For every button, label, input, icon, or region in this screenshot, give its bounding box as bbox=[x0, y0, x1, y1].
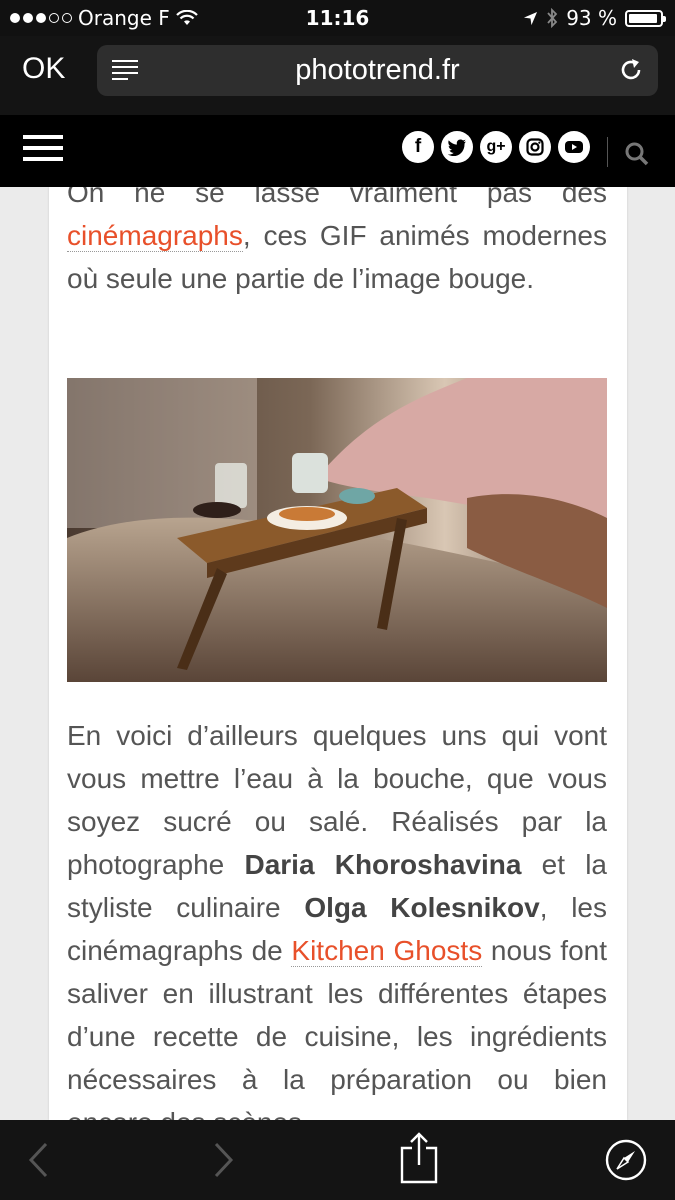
youtube-icon[interactable] bbox=[558, 131, 590, 163]
safari-compass-icon[interactable] bbox=[604, 1138, 648, 1182]
kitchen-ghosts-link[interactable]: Kitchen Ghosts bbox=[291, 935, 483, 967]
photographer-name: Daria Khoroshavina bbox=[244, 849, 522, 880]
location-arrow-icon bbox=[524, 11, 538, 25]
twitter-icon[interactable] bbox=[441, 131, 473, 163]
share-icon[interactable] bbox=[400, 1132, 438, 1184]
facebook-icon[interactable]: f bbox=[402, 131, 434, 163]
header-divider bbox=[607, 137, 608, 167]
instagram-icon[interactable] bbox=[519, 131, 551, 163]
cinemagraphs-link[interactable]: cinémagraphs bbox=[67, 220, 243, 252]
google-plus-icon[interactable]: g+ bbox=[480, 131, 512, 163]
intro-line-0: On ne se lasse vraiment pas des bbox=[67, 187, 607, 208]
back-arrow-icon[interactable] bbox=[26, 1140, 50, 1180]
browser-url-bar: OK phototrend.fr bbox=[0, 36, 675, 115]
bluetooth-icon bbox=[547, 8, 558, 28]
article-card: On ne se lasse vraiment pas des cinémagr… bbox=[49, 187, 627, 1120]
browser-toolbar bbox=[0, 1120, 675, 1200]
social-links: f g+ bbox=[402, 131, 590, 163]
url-text: phototrend.fr bbox=[295, 54, 460, 86]
battery-percent: 93 % bbox=[566, 6, 617, 30]
battery-icon bbox=[625, 9, 666, 27]
menu-icon[interactable] bbox=[23, 135, 63, 165]
stylist-name: Olga Kolesnikov bbox=[304, 892, 540, 923]
article-photo bbox=[67, 378, 607, 682]
site-header: f g+ bbox=[0, 115, 675, 187]
article-paragraph-main: En voici d’ailleurs quelques uns qui von… bbox=[67, 714, 607, 1120]
done-button[interactable]: OK bbox=[22, 52, 65, 86]
address-field[interactable]: phototrend.fr bbox=[97, 45, 658, 96]
search-icon[interactable] bbox=[624, 141, 650, 167]
forward-arrow-icon[interactable] bbox=[212, 1140, 236, 1180]
reload-icon[interactable] bbox=[618, 57, 644, 83]
article-paragraph-intro: On ne se lasse vraiment pas des cinémagr… bbox=[67, 187, 607, 300]
status-bar: Orange F 11:16 93 % bbox=[0, 0, 675, 36]
